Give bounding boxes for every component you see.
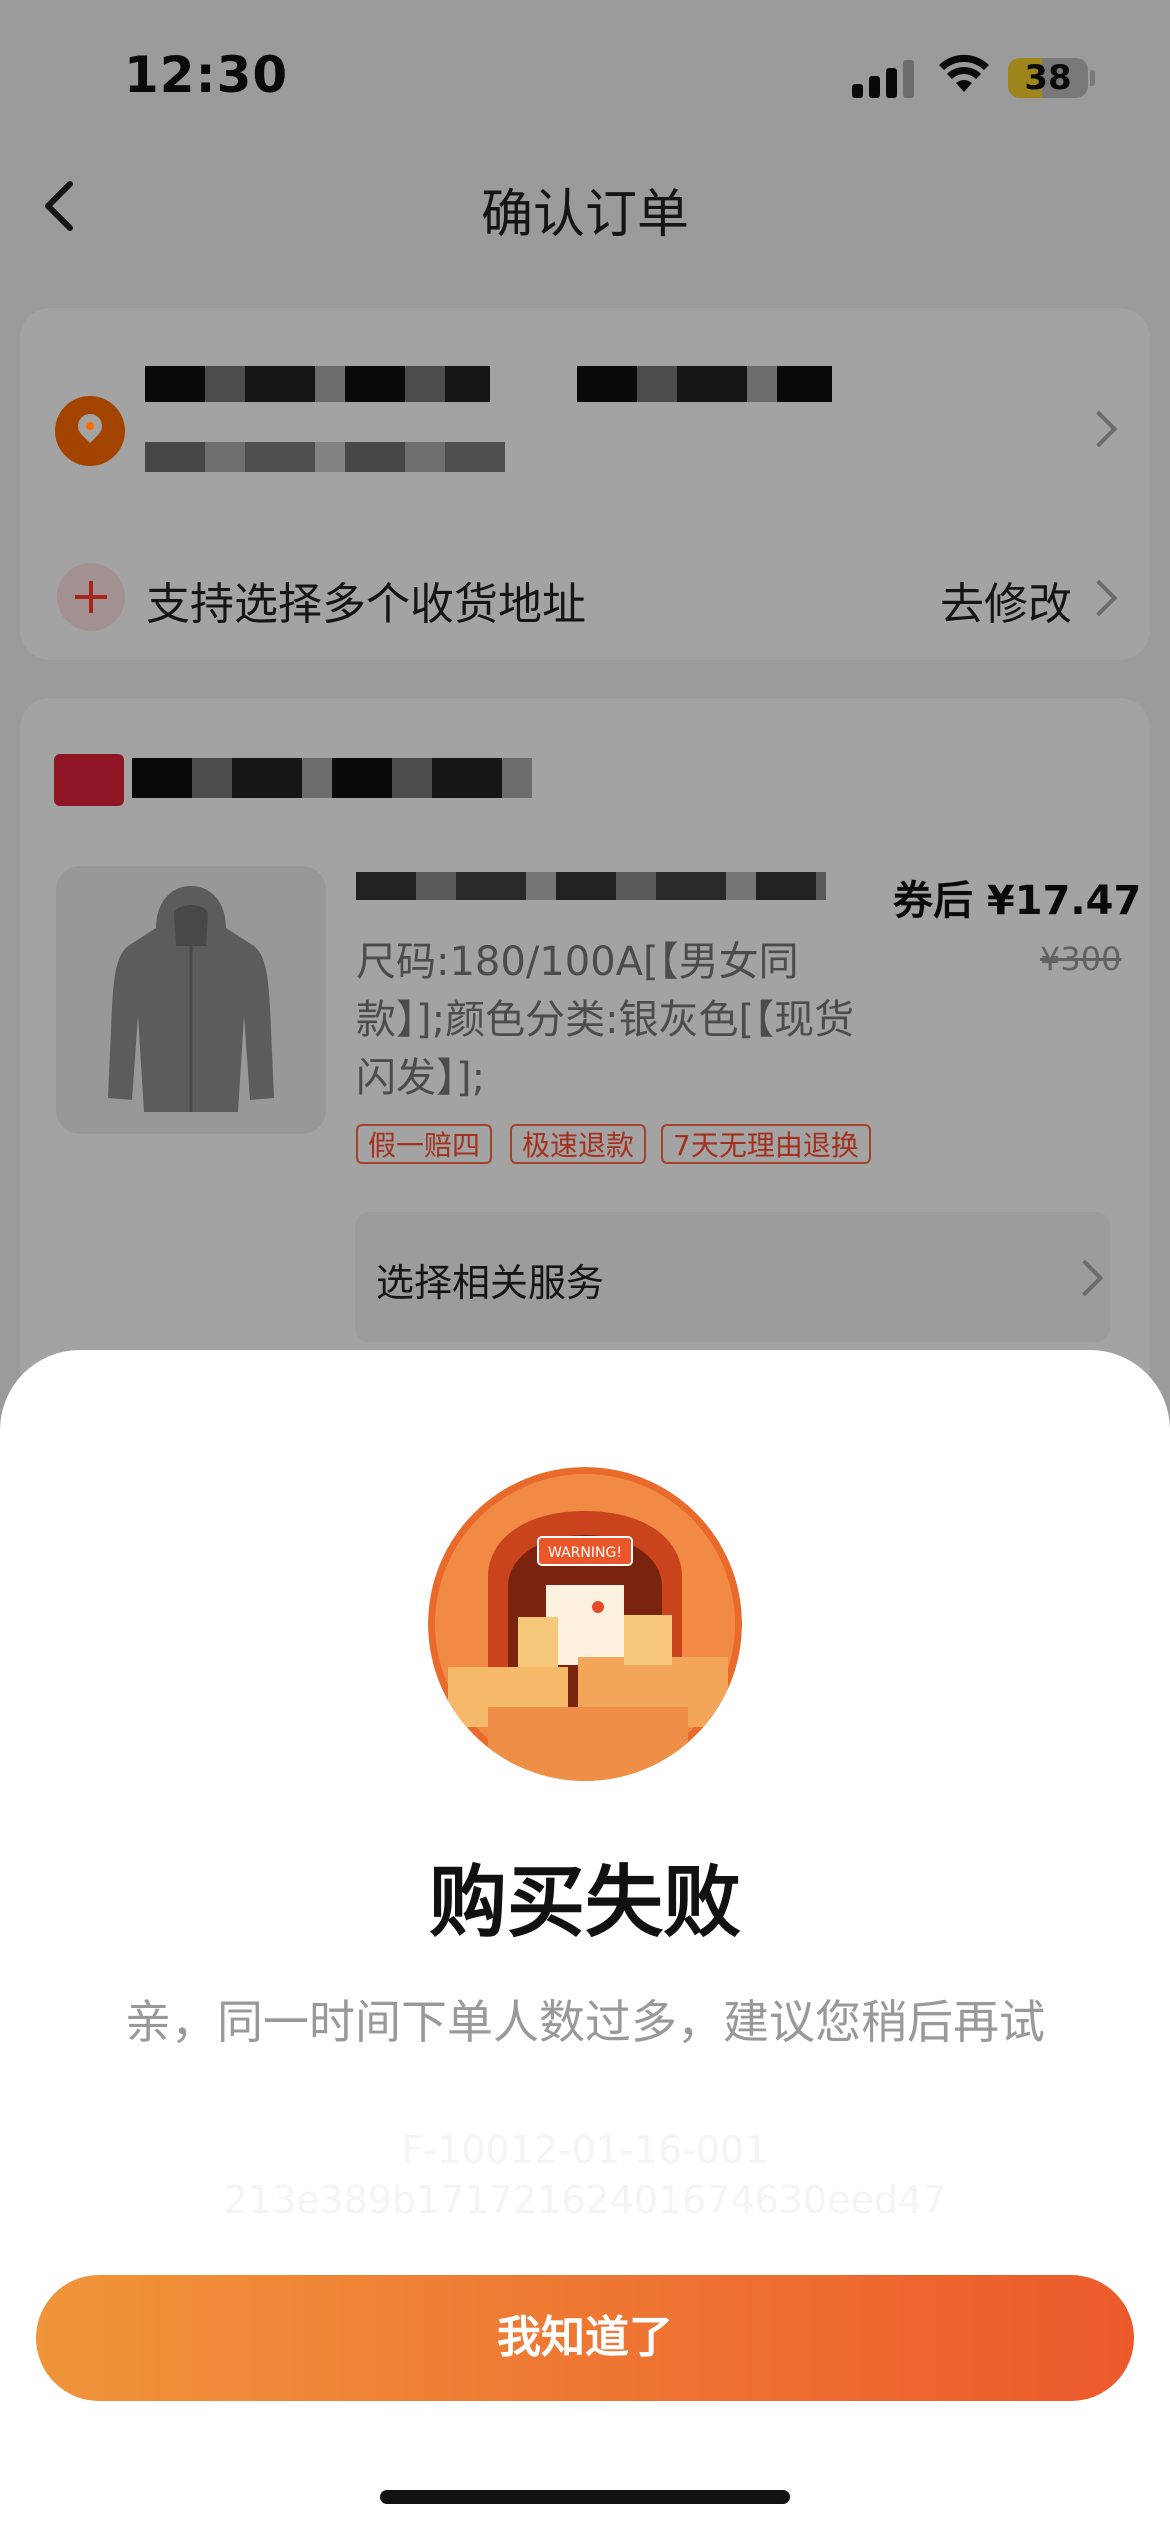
failure-title: 购买失败 [428,1858,741,1948]
home-indicator[interactable] [380,2490,790,2504]
warning-illustration: WARNING! [428,1467,742,1781]
trace-id: 213e389b17172162401674630eed47 [223,2178,947,2222]
failure-message: 亲，同一时间下单人数过多，建议您稍后再试 [125,1995,1045,2049]
error-code: F-10012-01-16-001 [401,2128,769,2172]
confirm-button[interactable]: 我知道了 [36,2275,1134,2401]
warning-sign-text: WARNING! [548,1545,622,1561]
